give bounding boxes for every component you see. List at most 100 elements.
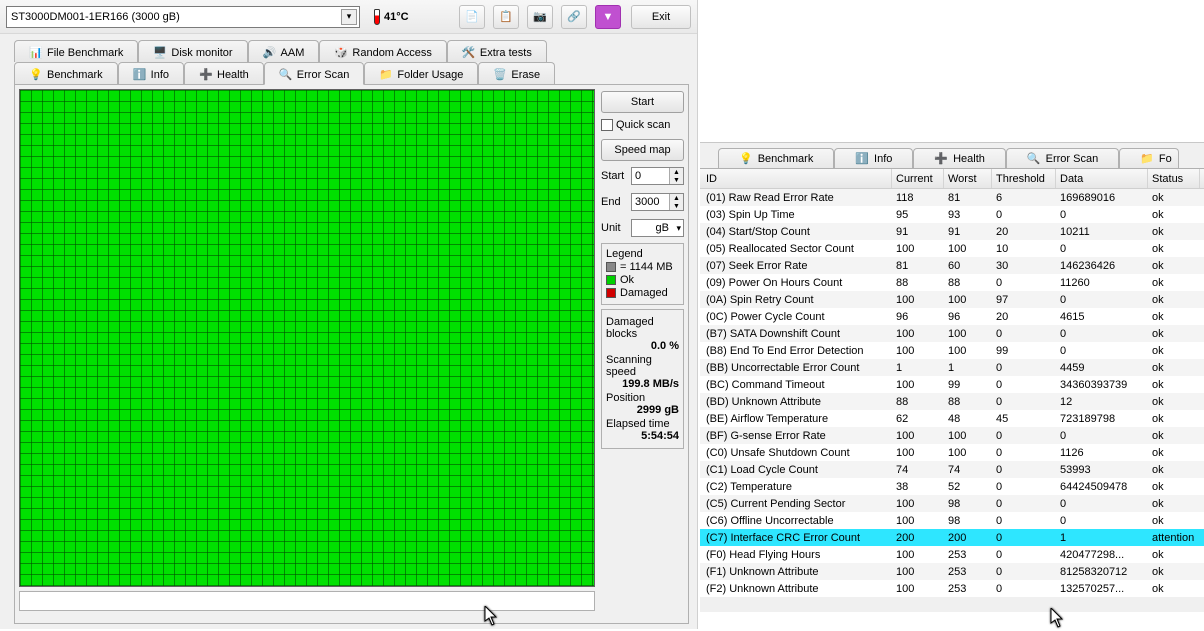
smart-row[interactable]: (01) Raw Read Error Rate118816169689016o… [700,189,1204,206]
smart-row[interactable]: (BC) Command Timeout10099034360393739ok [700,376,1204,393]
rtab-info[interactable]: ℹ️Info [834,148,913,168]
drive-selector[interactable]: ST3000DM001-1ER166 (3000 gB) ▾ [6,6,360,28]
smart-row[interactable]: (C5) Current Pending Sector1009800ok [700,495,1204,512]
smart-row[interactable]: (C7) Interface CRC Error Count20020001at… [700,529,1204,546]
smart-row[interactable]: (BD) Unknown Attribute8888012ok [700,393,1204,410]
smart-row[interactable]: (C2) Temperature3852064424509478ok [700,478,1204,495]
smart-row[interactable]: (04) Start/Stop Count91912010211ok [700,223,1204,240]
status-bar [19,591,595,611]
start-button[interactable]: Start [601,91,684,113]
smart-status: ok [1148,413,1200,425]
smart-row[interactable]: (C6) Offline Uncorrectable1009800ok [700,512,1204,529]
smart-status: ok [1148,294,1200,306]
smart-id: (C1) Load Cycle Count [702,464,892,476]
unit-select[interactable]: gB [631,219,684,237]
tab-health[interactable]: ➕Health [184,62,264,84]
magnifier-icon: 🔍 [279,68,293,82]
rtab-folder[interactable]: 📁Fo [1119,148,1179,168]
smart-current: 100 [892,498,944,510]
tab-info[interactable]: ℹ️Info [118,62,184,84]
smart-data: 0 [1056,498,1148,510]
copy-info-button[interactable]: 📄 [459,5,485,29]
scan-grid [19,89,595,587]
tab-error-scan[interactable]: 🔍 Error Scan [264,62,365,85]
options-button[interactable]: 🔗 [561,5,587,29]
monitor-icon: 🖥️ [153,46,167,60]
smart-worst: 100 [944,430,992,442]
smart-row[interactable]: (B8) End To End Error Detection100100990… [700,342,1204,359]
col-status[interactable]: Status [1148,169,1200,188]
tab-random-access[interactable]: 🎲Random Access [319,40,446,62]
legend-red-icon [606,288,616,298]
speed-map-button[interactable]: Speed map [601,139,684,161]
smart-worst: 100 [944,243,992,255]
smart-status: ok [1148,260,1200,272]
spin-down-icon[interactable]: ▼ [670,176,683,184]
tab-label: Erase [511,69,540,81]
smart-threshold: 99 [992,345,1056,357]
rtab-benchmark[interactable]: 💡Benchmark [718,148,834,168]
copy-screenshot-button[interactable]: 📋 [493,5,519,29]
smart-id: (C6) Offline Uncorrectable [702,515,892,527]
smart-data: 132570257... [1056,583,1148,595]
smart-row[interactable]: (F2) Unknown Attribute1002530132570257..… [700,580,1204,597]
speed-label: Scanning speed [606,354,679,378]
col-threshold[interactable]: Threshold [992,169,1056,188]
tab-label: Error Scan [297,69,350,81]
tab-disk-monitor[interactable]: 🖥️ Disk monitor [138,40,247,62]
smart-current: 88 [892,277,944,289]
exit-button[interactable]: Exit [631,5,691,29]
tab-label: File Benchmark [47,47,123,59]
smart-current: 200 [892,532,944,544]
spin-up-icon[interactable]: ▲ [670,194,683,202]
col-id[interactable]: ID [702,169,892,188]
tab-erase[interactable]: 🗑️Erase [478,62,555,84]
smart-threshold: 0 [992,430,1056,442]
smart-row[interactable]: (C1) Load Cycle Count7474053993ok [700,461,1204,478]
quick-scan-checkbox[interactable]: Quick scan [601,117,684,135]
legend-ok-label: Ok [620,274,634,286]
smart-row[interactable]: (09) Power On Hours Count8888011260ok [700,274,1204,291]
col-current[interactable]: Current [892,169,944,188]
smart-id: (C7) Interface CRC Error Count [702,532,892,544]
smart-row[interactable]: (0A) Spin Retry Count100100970ok [700,291,1204,308]
smart-row[interactable]: (C0) Unsafe Shutdown Count10010001126ok [700,444,1204,461]
smart-row[interactable]: (07) Seek Error Rate816030146236426ok [700,257,1204,274]
rtab-label: Fo [1159,153,1172,165]
tab-extra-tests[interactable]: 🛠️Extra tests [447,40,547,62]
smart-tab-row: 💡Benchmark ℹ️Info ➕Health 🔍Error Scan 📁F… [700,143,1204,169]
smart-row[interactable]: (05) Reallocated Sector Count100100100ok [700,240,1204,257]
top-toolbar: ST3000DM001-1ER166 (3000 gB) ▾ 41°C 📄 📋 … [0,0,697,34]
smart-row[interactable]: (F0) Head Flying Hours1002530420477298..… [700,546,1204,563]
end-spinner[interactable]: 3000 ▲▼ [631,193,684,211]
tab-benchmark[interactable]: 💡Benchmark [14,62,118,84]
spin-down-icon[interactable]: ▼ [670,202,683,210]
tab-aam[interactable]: 🔊AAM [248,40,320,62]
bulb-icon: 💡 [29,68,43,82]
folder-icon: 📁 [379,68,393,82]
smart-threshold: 0 [992,277,1056,289]
damaged-value: 0.0 % [606,340,679,352]
smart-row[interactable]: (BE) Airflow Temperature624845723189798o… [700,410,1204,427]
tab-folder-usage[interactable]: 📁Folder Usage [364,62,478,84]
tab-file-benchmark[interactable]: 📊File Benchmark [14,40,138,62]
rtab-health[interactable]: ➕Health [913,148,1006,168]
start-spinner[interactable]: 0 ▲▼ [631,167,684,185]
smart-row[interactable]: (B7) SATA Downshift Count10010000ok [700,325,1204,342]
camera-icon: 📷 [533,10,547,23]
col-worst[interactable]: Worst [944,169,992,188]
smart-row[interactable]: (BB) Uncorrectable Error Count1104459ok [700,359,1204,376]
smart-row[interactable]: (F1) Unknown Attribute100253081258320712… [700,563,1204,580]
minimize-button[interactable]: ▼ [595,5,621,29]
spin-up-icon[interactable]: ▲ [670,168,683,176]
smart-row[interactable]: (03) Spin Up Time959300ok [700,206,1204,223]
smart-row[interactable]: (BF) G-sense Error Rate10010000ok [700,427,1204,444]
tab-label: Disk monitor [171,47,232,59]
smart-table: ID Current Worst Threshold Data Status (… [700,169,1204,607]
smart-current: 100 [892,549,944,561]
save-screenshot-button[interactable]: 📷 [527,5,553,29]
col-data[interactable]: Data [1056,169,1148,188]
smart-row[interactable]: (0C) Power Cycle Count9696204615ok [700,308,1204,325]
rtab-error-scan[interactable]: 🔍Error Scan [1006,148,1119,168]
smart-id: (03) Spin Up Time [702,209,892,221]
